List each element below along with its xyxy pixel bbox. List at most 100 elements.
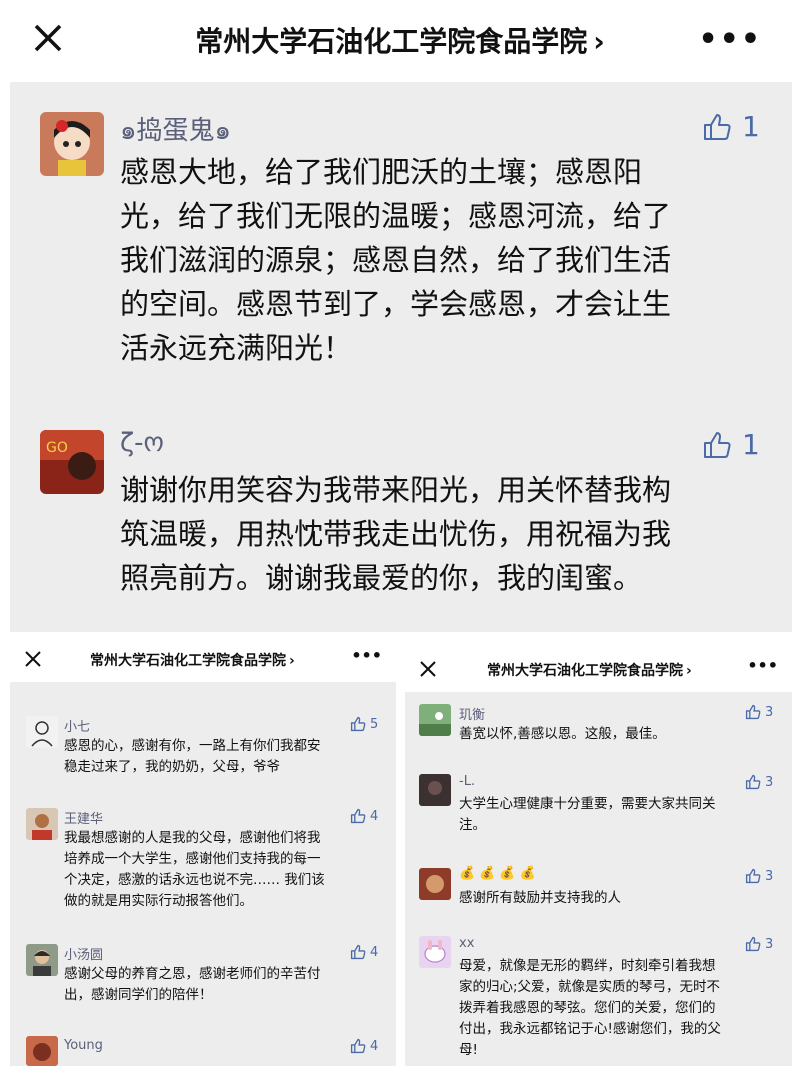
comment-line: 的空间。感恩节到了，学会感恩，才会让生 [120, 287, 672, 321]
username[interactable]: 小汤圆 [64, 944, 103, 963]
thumbs-up-icon [745, 704, 761, 720]
username[interactable]: xx [459, 936, 474, 951]
like-count: 3 [765, 704, 774, 720]
comment-line: 感恩的心，感谢有你，一路上有你们我都安 [64, 738, 321, 754]
username[interactable]: ๑捣蛋鬼๑ [120, 110, 231, 151]
comment-line: 谢谢你用笑容为我带来阳光，用关怀替我构 [120, 473, 672, 507]
thumbs-up-icon [350, 808, 366, 824]
comment-line: 我们滋润的源泉；感恩自然，给了我们生活 [120, 243, 672, 277]
thumbs-up-icon [745, 774, 761, 790]
more-icon[interactable]: ••• [698, 22, 762, 57]
comment-text: 感恩大地，给了我们肥沃的土壤；感恩阳 光，给了我们无限的温暖；感恩河流，给了 我… [120, 150, 740, 370]
avatar[interactable] [26, 1036, 58, 1066]
avatar[interactable] [419, 936, 451, 968]
comment-text: 感谢父母的养育之恩，感谢老师们的辛苦付 出，感谢同学们的陪伴！ [64, 964, 321, 1006]
like-button[interactable]: 3 [745, 704, 773, 720]
comment-line: 感恩大地，给了我们肥沃的土壤；感恩阳 [120, 155, 643, 189]
comment-text: 感恩的心，感谢有你，一路上有你们我都安 稳走过来了，我的奶奶，父母，爷爷 [64, 736, 321, 778]
like-button[interactable]: 1 [702, 110, 760, 143]
thumbs-up-icon [745, 868, 761, 884]
comment-line: 出，感谢同学们的陪伴！ [64, 987, 213, 1003]
avatar[interactable] [26, 808, 58, 840]
comment-line: 做的就是用实际行动报答他们。 [64, 893, 253, 909]
like-count: 4 [370, 1038, 379, 1054]
avatar[interactable] [419, 704, 451, 736]
comment-item: GO ζ-ო 1 谢谢你用笑容为我带来阳光，用关怀替我构 筑温暖，用热忱带我走出… [10, 402, 792, 622]
avatar[interactable] [26, 716, 58, 748]
chevron-right-icon: › [593, 25, 605, 58]
screenshot-panel-left: 常州大学石油化工学院食品学院 › ••• 小七 5 感恩的心，感谢有你，一路上有你… [10, 636, 396, 1066]
chevron-right-icon: › [686, 663, 692, 679]
comments-panel: ๑捣蛋鬼๑ 1 感恩大地，给了我们肥沃的土壤；感恩阳 光，给了我们无限的温暖；感… [10, 82, 792, 632]
like-button[interactable]: 3 [745, 936, 773, 952]
comment-line: 稳走过来了，我的奶奶，父母，爷爷 [64, 759, 280, 775]
comment-line: 大学生心理健康十分重要，需要大家共同关 [459, 796, 716, 812]
thumbs-up-icon [704, 113, 731, 140]
comment-text: 大学生心理健康十分重要，需要大家共同关 注。 [459, 794, 716, 836]
comment-line: 母爱，就像是无形的羁绊，时刻牵引着我想 [459, 958, 716, 974]
comment-line: 光，给了我们无限的温暖；感恩河流，给了 [120, 199, 672, 233]
comment-line: 善宽以怀,善感以恩。这般，最佳。 [459, 726, 666, 742]
page-title[interactable]: 常州大学石油化工学院食品学院 › [487, 660, 692, 680]
like-count: 4 [370, 944, 379, 960]
svg-text:GO: GO [46, 440, 68, 456]
comment-line: 我最想感谢的人是我的父母，感谢他们将我 [64, 830, 321, 846]
avatar[interactable] [26, 944, 58, 976]
like-button[interactable]: 3 [745, 774, 773, 790]
comment-text: 谢谢你用笑容为我带来阳光，用关怀替我构 筑温暖，用热忱带我走出忧伤，用祝福为我 … [120, 468, 740, 600]
username[interactable]: Young [64, 1038, 103, 1053]
username[interactable]: 王建华 [64, 808, 103, 827]
page-title[interactable]: 常州大学石油化工学院食品学院 › [140, 20, 660, 60]
avatar[interactable] [419, 868, 451, 900]
like-count: 3 [765, 936, 774, 952]
page-title[interactable]: 常州大学石油化工学院食品学院 › [90, 650, 295, 670]
chevron-right-icon: › [289, 653, 295, 669]
comments-panel: 玑衡 3 善宽以怀,善感以恩。这般，最佳。 -L. 3 大学生心理健康十分重要，… [405, 692, 792, 1066]
like-count: 1 [742, 110, 760, 143]
mini-top-bar: 常州大学石油化工学院食品学院 › ••• [405, 646, 792, 692]
like-count: 4 [370, 808, 379, 824]
like-button[interactable]: 4 [350, 944, 378, 960]
close-icon[interactable] [30, 20, 66, 56]
comment-line: 注。 [459, 817, 486, 833]
comment-line: 感谢父母的养育之恩，感谢老师们的辛苦付 [64, 966, 321, 982]
username[interactable]: 💰💰💰💰 [459, 866, 540, 881]
more-icon[interactable]: ••• [351, 646, 382, 665]
like-count: 1 [742, 428, 760, 461]
comment-line: 活永远充满阳光！ [120, 331, 353, 365]
comment-line: 培养成一个大学生，感谢他们支持我的每一 [64, 851, 321, 867]
screenshot-panel-right: 常州大学石油化工学院食品学院 › ••• 玑衡 3 善宽以怀,善感以恩。这般，最佳… [405, 646, 792, 1066]
comment-text: 母爱，就像是无形的羁绊，时刻牵引着我想 家的归心;父爱，就像是实质的琴弓，无时不… [459, 956, 721, 1061]
avatar[interactable] [419, 774, 451, 806]
like-count: 3 [765, 868, 774, 884]
username[interactable]: -L. [459, 774, 475, 789]
like-button[interactable]: 1 [702, 428, 760, 461]
username[interactable]: 小七 [64, 716, 90, 735]
comment-line: 个决定，感激的话永远也说不完…… 我们该 [64, 872, 325, 888]
page-title-text: 常州大学石油化工学院食品学院 [90, 653, 286, 669]
thumbs-up-icon [350, 944, 366, 960]
comment-line: 筑温暖，用热忱带我走出忧伤，用祝福为我 [120, 517, 672, 551]
more-icon[interactable]: ••• [747, 656, 778, 675]
comment-text: 我最想感谢的人是我的父母，感谢他们将我 培养成一个大学生，感谢他们支持我的每一 … [64, 828, 325, 912]
like-count: 5 [370, 716, 379, 732]
username[interactable]: 玑衡 [459, 704, 485, 723]
comments-panel: 小七 5 感恩的心，感谢有你，一路上有你们我都安 稳走过来了，我的奶奶，父母，爷… [10, 682, 396, 1066]
comment-line: 感谢所有鼓励并支持我的人 [459, 890, 621, 906]
comment-line: 付出，我永远都铭记于心!感谢您们，我的父 [459, 1021, 721, 1037]
like-button[interactable]: 4 [350, 808, 378, 824]
comment-line: 拨弄着我感恩的琴弦。您们的关爱，您们的 [459, 1000, 716, 1016]
avatar[interactable]: GO [40, 430, 104, 494]
comment-line: 照亮前方。谢谢我最爱的你，我的闺蜜。 [120, 561, 643, 595]
top-bar: 常州大学石油化工学院食品学院 › ••• [0, 0, 800, 82]
like-button[interactable]: 5 [350, 716, 378, 732]
thumbs-up-icon [704, 431, 731, 458]
avatar[interactable] [40, 112, 104, 176]
username[interactable]: ζ-ო [120, 428, 164, 458]
like-button[interactable]: 4 [350, 1038, 378, 1054]
close-icon[interactable] [24, 650, 42, 668]
close-icon[interactable] [419, 660, 437, 678]
comment-text: 善宽以怀,善感以恩。这般，最佳。 [459, 724, 666, 745]
like-button[interactable]: 3 [745, 868, 773, 884]
mini-top-bar: 常州大学石油化工学院食品学院 › ••• [10, 636, 396, 682]
